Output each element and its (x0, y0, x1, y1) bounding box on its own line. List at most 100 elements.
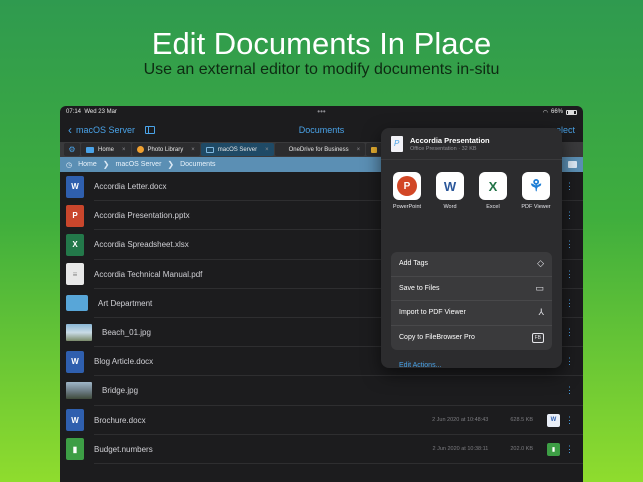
popover-title: Accordia Presentation (410, 135, 490, 145)
popover-subtitle: Office Presentation · 32 KB (410, 145, 477, 152)
tab-home[interactable]: Home × (81, 143, 131, 156)
file-size: 202.0 KB (510, 446, 533, 453)
photos-icon (136, 146, 144, 153)
status-bar: 07:14 Wed 23 Mar ••• ◠ 66% (60, 106, 583, 118)
ppt-file-icon: P (66, 204, 84, 227)
file-name: Art Department (98, 298, 153, 308)
excel-icon: X (479, 172, 507, 200)
more-options-icon[interactable]: ⋮ (565, 357, 574, 366)
more-options-icon[interactable]: ⋮ (565, 444, 574, 454)
word-icon: W (436, 172, 464, 200)
tab-label: Photo Library (147, 146, 184, 153)
open-in-excel[interactable]: X Excel (475, 172, 511, 252)
file-name: Budget.numbers (94, 444, 153, 454)
close-icon[interactable]: × (357, 147, 361, 153)
pdf-viewer-icon: ⅄ (538, 307, 545, 318)
presentation-document-icon (391, 135, 403, 152)
action-label: Save to Files (399, 284, 440, 292)
file-name: Blog Article.docx (94, 357, 154, 367)
chevron-left-icon: ‹ (68, 123, 72, 137)
tab-macos-server[interactable]: macOS Server × (200, 143, 274, 156)
xls-file-icon: X (66, 233, 84, 256)
file-row[interactable]: W Brochure.docx 2 Jun 2020 at 10:48:43 628.… (60, 406, 583, 435)
word-file-icon: W (66, 409, 84, 432)
chevron-right-icon: ❯ (167, 160, 175, 169)
file-name: Bridge.jpg (102, 386, 139, 396)
action-import-to-pdf-viewer[interactable]: Import to PDF Viewer ⅄ (391, 301, 552, 326)
file-meta: 2 Jun 2020 at 10:38:11 202.0 KB (432, 446, 533, 452)
photo-file-icon (66, 324, 92, 342)
more-options-icon[interactable]: ⋮ (565, 269, 574, 279)
action-label: Import to PDF Viewer (399, 309, 466, 317)
more-options-icon[interactable]: ⋮ (565, 386, 574, 395)
popover-header: Accordia Presentation Office Presentatio… (381, 128, 562, 160)
more-options-icon[interactable]: ⋮ (565, 182, 574, 191)
filebrowser-icon: FB (531, 332, 544, 343)
file-row[interactable]: ▮ Budget.numbers 2 Jun 2020 at 10:38:11 202… (60, 435, 583, 465)
file-date: 2 Jun 2020 at 10:48:43 (432, 417, 489, 424)
app-label: PDF Viewer (521, 204, 551, 210)
powerpoint-glyph: P (397, 176, 417, 196)
file-name: Beach_01.jpg (102, 328, 151, 338)
promo-subline: Use an external editor to modify documen… (143, 61, 500, 78)
tab-label: OneDrive for Business (288, 146, 349, 153)
file-date: 2 Jun 2020 at 10:38:11 (432, 446, 489, 453)
tab-photo-library[interactable]: Photo Library × (131, 143, 200, 156)
numbers-file-icon: ▮ (66, 438, 84, 461)
more-options-icon[interactable]: ⋮ (565, 415, 574, 425)
file-size: 628.5 KB (510, 417, 533, 424)
back-button[interactable]: ‹ macOS Server (68, 123, 135, 137)
folder-file-icon (66, 295, 88, 312)
breadcrumb-documents[interactable]: Documents (180, 161, 215, 168)
open-in-powerpoint[interactable]: P PowerPoint (389, 172, 425, 252)
gear-icon[interactable]: ⚙ (64, 143, 80, 156)
more-options-icon[interactable]: ⋮ (565, 240, 574, 249)
file-name: Accordia Presentation.pptx (94, 211, 190, 221)
monitor-icon (205, 146, 214, 153)
tab-onedrive-for-business[interactable]: OneDrive for Business × (274, 143, 366, 156)
back-label: macOS Server (76, 125, 136, 135)
action-add-tags[interactable]: Add Tags ◇ (391, 252, 552, 277)
battery-icon (566, 109, 577, 115)
file-name: Accordia Spreadsheet.xlsx (94, 240, 189, 250)
history-icon[interactable]: ◷ (66, 161, 72, 169)
folder-icon (86, 146, 94, 153)
word-file-icon: W (66, 350, 84, 373)
close-icon[interactable]: × (122, 147, 126, 153)
powerpoint-icon: P (393, 172, 421, 200)
folder-icon: ▭ (535, 282, 544, 293)
close-icon[interactable]: × (265, 147, 269, 153)
pdfviewer-icon: ⚘ (522, 172, 550, 200)
action-save-to-files[interactable]: Save to Files ▭ (391, 277, 552, 301)
file-meta: 2 Jun 2020 at 10:48:43 628.5 KB (432, 417, 533, 423)
edit-actions-link[interactable]: Edit Actions... (381, 350, 562, 381)
sidebar-toggle-icon[interactable] (145, 126, 156, 134)
tab-label: Home (98, 146, 115, 153)
tab-label: macOS Server (217, 146, 258, 153)
tag-icon: ◇ (537, 258, 544, 269)
open-in-popover: Accordia Presentation Office Presentatio… (381, 128, 562, 369)
more-options-icon[interactable]: ⋮ (565, 328, 574, 337)
word-file-icon: W (66, 175, 84, 198)
chevron-right-icon: ❯ (102, 160, 110, 169)
breadcrumb-macos-server[interactable]: macOS Server (116, 161, 162, 168)
action-label: Copy to FileBrowser Pro (399, 334, 475, 342)
file-name: Brochure.docx (94, 415, 146, 425)
open-in-pdfviewer[interactable]: ⚘ PDF Viewer (518, 172, 554, 252)
more-options-icon[interactable]: ⋮ (565, 211, 574, 220)
open-in-word[interactable]: W Word (432, 172, 468, 252)
multitasking-dots-icon[interactable]: ••• (60, 107, 583, 116)
drive-icon (371, 146, 378, 153)
close-icon[interactable]: × (191, 147, 195, 153)
app-label: Word (443, 204, 457, 210)
action-copy-to-filebrowser-pro[interactable]: Copy to FileBrowser Pro FB (391, 326, 552, 351)
breadcrumb-home[interactable]: Home (78, 161, 97, 168)
app-targets: P PowerPoint W Word X Excel ⚘ PDF Viewer (381, 160, 562, 252)
more-options-icon[interactable]: ⋮ (565, 298, 574, 308)
promo-headline: Edit Documents In Place (151, 26, 492, 61)
file-name: Accordia Technical Manual.pdf (94, 269, 203, 279)
app-label: Excel (486, 204, 500, 210)
numbers-app-icon: ▮ (547, 442, 560, 456)
view-mode-icon[interactable] (568, 161, 577, 168)
pdf-file-icon: ≡ (66, 263, 84, 286)
